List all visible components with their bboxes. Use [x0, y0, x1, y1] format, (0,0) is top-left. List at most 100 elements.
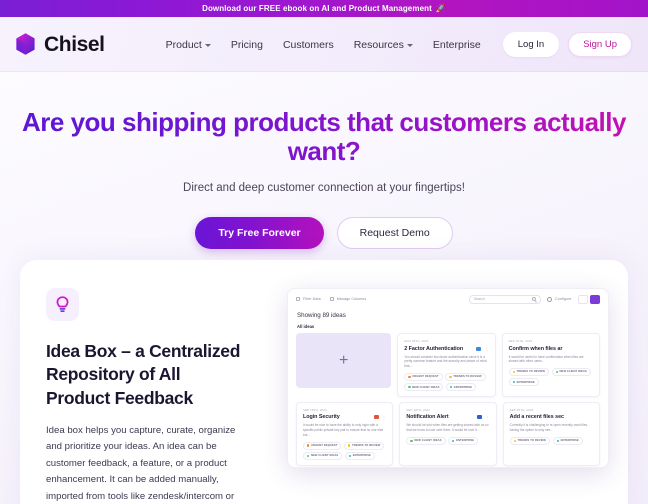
status-badge [476, 346, 482, 351]
idea-title: Login Security [303, 414, 340, 421]
nav-links: Product Pricing Customers Resources Ente… [166, 39, 481, 51]
hexagon-logo-icon [14, 32, 37, 57]
nav-item-pricing-label: Pricing [230, 38, 263, 51]
filter-data-label: Filter Data [303, 297, 321, 301]
idea-tag: URGENT REQUEST [303, 441, 342, 450]
ideas-grid: + AUG 28TH, 2022 2 Factor Authentication… [288, 333, 608, 466]
idea-date: SEP 10TH, 2022 [508, 339, 533, 343]
idea-tag: NEW CLIENT IDEAS [406, 436, 446, 445]
rocket-icon: 🚀 [435, 4, 446, 13]
idea-tags: TRENDS TO REVIEW ENTERPRISE [509, 436, 593, 445]
more-options-icon[interactable]: ⋮ [484, 346, 488, 351]
nav-auth-buttons: Log In Sign Up [502, 32, 632, 57]
idea-tag: TRENDS TO REVIEW [509, 436, 551, 445]
try-free-forever-button[interactable]: Try Free Forever [195, 217, 324, 250]
idea-description: It would be useful to have confirmation … [508, 354, 584, 364]
configure-button[interactable]: Configure [547, 296, 572, 302]
brand-logo[interactable]: Chisel [14, 32, 105, 57]
grid-view-button[interactable] [590, 294, 600, 304]
hero-headline: Are you shipping products that customers… [0, 107, 648, 166]
login-button[interactable]: Log In [502, 32, 560, 57]
idea-tag: NEW CLIENT IDEAS [404, 383, 444, 391]
filter-icon [296, 297, 300, 301]
status-badge [374, 415, 380, 420]
nav-item-resources[interactable]: Resources [354, 39, 413, 51]
idea-tags: URGENT REQUEST TRENDS TO REVIEW NEW CLIE… [303, 441, 386, 460]
ideas-row: + AUG 28TH, 2022 2 Factor Authentication… [296, 333, 600, 397]
ideas-row: SEP 18TH, 2022 Login Security ⋮ It would… [296, 401, 600, 466]
idea-tag: ENTERPRISE [445, 383, 477, 391]
idea-tag: NEW CLIENT IDEAS [303, 452, 343, 460]
status-badge [477, 415, 483, 420]
manage-columns-button[interactable]: Manage Columns [329, 297, 367, 301]
idea-card-header: 2 Factor Authentication ⋮ [404, 346, 488, 352]
idea-description: It would be nice to have the ability to … [303, 423, 384, 438]
idea-date: AUG 28TH, 2022 [404, 339, 429, 343]
idea-date: SEP 18TH, 2022 [406, 407, 431, 412]
filter-data-button[interactable]: Filter Data [296, 297, 321, 301]
feature-body: Idea box helps you capture, curate, orga… [46, 424, 236, 502]
promo-banner-text: Download our FREE ebook on AI and Produc… [202, 4, 432, 13]
idea-tags: TRENDS TO REVIEW NEW CLIENT IDEAS ENTERP… [508, 367, 593, 386]
results-count: Showing 89 ideas [297, 312, 346, 319]
hero-subheadline: Direct and deep customer connection at y… [183, 182, 465, 195]
more-options-icon[interactable]: ⋮ [485, 415, 489, 420]
idea-tag: ENTERPRISE [552, 436, 583, 445]
idea-tag: ENTERPRISE [508, 378, 539, 386]
mock-toolbar: Filter Data Manage Columns Search Config… [288, 289, 608, 309]
nav-item-enterprise-label: Enterprise [432, 38, 481, 51]
chevron-down-icon [406, 44, 413, 47]
idea-card[interactable]: SEP 10TH, 2022 Confirm when files ar It … [501, 333, 600, 397]
idea-tags: URGENT REQUEST TRENDS TO REVIEW NEW CLIE… [404, 372, 488, 391]
section-title-all-ideas: All ideas [297, 324, 315, 329]
idea-title: Add a recent files sec [509, 414, 564, 421]
idea-date: SEP 18TH, 2022 [303, 407, 327, 412]
idea-card-header: Notification Alert ⋮ [406, 414, 489, 420]
idea-card-header: Login Security ⋮ [303, 414, 386, 420]
landing-page: Download our FREE ebook on AI and Produc… [0, 0, 648, 504]
request-demo-button[interactable]: Request Demo [336, 217, 453, 250]
feature-title: Idea Box – a Centralized Repository of A… [46, 341, 241, 408]
idea-tags: NEW CLIENT IDEAS ENTERPRISE [406, 436, 489, 445]
mock-toolbar-right: Search Configure [469, 294, 600, 304]
idea-description: We should be told when files are getting… [406, 423, 489, 433]
idea-tag: TRENDS TO REVIEW [445, 372, 486, 381]
nav-item-product-label: Product [165, 38, 202, 51]
configure-label: Configure [555, 297, 572, 301]
idea-tag: ENTERPRISE [448, 436, 479, 445]
idea-title: Confirm when files ar [508, 345, 563, 352]
idea-description: Currently it is challenging to re-open r… [509, 423, 588, 433]
main-navbar: Chisel Product Pricing Customers Resourc… [0, 17, 648, 72]
idea-card-header: Add a recent files sec [510, 414, 593, 420]
more-options-icon[interactable]: ⋮ [382, 415, 386, 420]
add-idea-button[interactable]: + [296, 333, 392, 388]
idea-card[interactable]: SEP 18TH, 2022 Login Security ⋮ It would… [296, 401, 394, 466]
search-input[interactable]: Search [469, 294, 542, 304]
view-toggle-group [577, 294, 600, 304]
idea-title: Notification Alert [406, 414, 449, 421]
nav-item-enterprise[interactable]: Enterprise [433, 39, 481, 51]
idea-description: You should consider two factor authentic… [404, 354, 487, 369]
brand-name: Chisel [44, 32, 105, 56]
idea-tag: ENTERPRISE [344, 452, 375, 460]
idea-card[interactable]: AUG 28TH, 2022 2 Factor Authentication ⋮… [397, 333, 496, 397]
idea-tag: NEW CLIENT IDEAS [551, 367, 591, 376]
idea-card[interactable]: SEP 20TH, 2022 Add a recent files sec Cu… [502, 401, 600, 466]
signup-button[interactable]: Sign Up [568, 32, 632, 57]
search-placeholder: Search [474, 297, 485, 301]
nav-item-pricing[interactable]: Pricing [231, 39, 263, 51]
promo-banner[interactable]: Download our FREE ebook on AI and Produc… [0, 0, 648, 17]
idea-card-header: Confirm when files ar [509, 346, 593, 352]
lightbulb-icon [46, 288, 79, 321]
nav-item-customers[interactable]: Customers [283, 39, 334, 51]
nav-item-resources-label: Resources [353, 38, 404, 51]
manage-columns-label: Manage Columns [336, 297, 367, 301]
search-icon [532, 297, 537, 301]
feature-text-column: Idea Box – a Centralized Repository of A… [20, 260, 272, 504]
nav-item-product[interactable]: Product [166, 39, 211, 51]
idea-date: SEP 20TH, 2022 [509, 407, 534, 412]
idea-tag: TRENDS TO REVIEW [508, 367, 550, 376]
idea-card[interactable]: SEP 18TH, 2022 Notification Alert ⋮ We s… [399, 401, 497, 466]
idea-card-actions: ⋮ [477, 415, 489, 420]
list-view-button[interactable] [577, 294, 588, 304]
